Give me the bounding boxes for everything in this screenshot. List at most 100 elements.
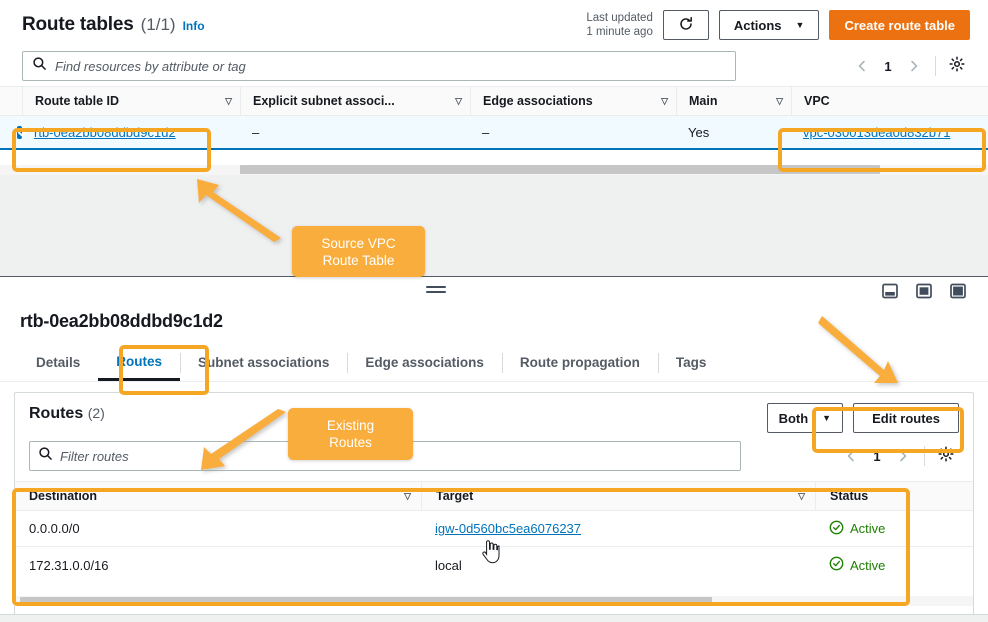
detail-panel-toolbar bbox=[0, 277, 988, 307]
info-link[interactable]: Info bbox=[183, 19, 205, 33]
split-panel-side-icon[interactable] bbox=[916, 283, 932, 304]
route-tables-table: Route table ID ▽ Explicit subnet associ.… bbox=[0, 86, 988, 150]
create-route-table-button[interactable]: Create route table bbox=[829, 10, 970, 40]
chevron-down-icon: ▼ bbox=[795, 19, 805, 30]
last-updated-time: 1 minute ago bbox=[586, 26, 653, 38]
row-select-checkbox[interactable] bbox=[0, 116, 22, 148]
gear-icon bbox=[938, 445, 954, 467]
cell-status: Active bbox=[815, 511, 975, 546]
column-header-main[interactable]: Main ▽ bbox=[676, 87, 791, 115]
last-updated: Last updated 1 minute ago bbox=[586, 11, 653, 39]
select-all-header[interactable] bbox=[0, 87, 22, 115]
tab-tags[interactable]: Tags bbox=[657, 344, 725, 381]
routes-horizontal-scrollbar[interactable] bbox=[20, 597, 712, 605]
actions-label: Actions bbox=[733, 17, 782, 33]
split-panel-bottom-icon[interactable] bbox=[882, 283, 898, 304]
column-label: Edge associations bbox=[483, 94, 593, 108]
route-tables-list-panel: Route tables (1/1) Info Last updated 1 m… bbox=[0, 0, 988, 175]
page-title: Route tables bbox=[22, 14, 134, 35]
edit-routes-button[interactable]: Edit routes bbox=[853, 403, 959, 433]
table-row[interactable]: 172.31.0.0/16 local Active bbox=[15, 547, 973, 583]
refresh-button[interactable] bbox=[662, 10, 709, 40]
column-header-status[interactable]: Status bbox=[815, 482, 975, 510]
status-text: Active bbox=[850, 557, 886, 573]
column-label: Target bbox=[436, 489, 474, 503]
filter-routes-wrapper[interactable] bbox=[29, 441, 741, 471]
tab-subnet-associations[interactable]: Subnet associations bbox=[180, 344, 347, 381]
search-input-wrapper[interactable] bbox=[22, 51, 736, 81]
last-updated-label: Last updated bbox=[586, 12, 653, 24]
routes-pagination: 1 bbox=[838, 443, 959, 469]
tab-edge-associations[interactable]: Edge associations bbox=[347, 344, 502, 381]
route-type-select[interactable]: Both ▼ bbox=[766, 403, 844, 433]
column-label: VPC bbox=[804, 94, 830, 108]
table-row[interactable]: 0.0.0.0/0 igw-0d560bc5ea6076237 Active bbox=[15, 511, 973, 547]
split-panel-full-icon[interactable] bbox=[950, 283, 966, 304]
cell-destination: 0.0.0.0/0 bbox=[29, 521, 80, 536]
table-row[interactable]: rtb-0ea2bb08ddbd9c1d2 – – Yes vpc-030013… bbox=[0, 116, 988, 150]
cell-main: Yes bbox=[688, 124, 710, 140]
routes-preferences-button[interactable] bbox=[933, 443, 959, 469]
title-group: Route tables (1/1) Info bbox=[22, 14, 205, 36]
search-icon bbox=[32, 56, 47, 76]
routes-pager-divider bbox=[924, 446, 925, 466]
check-circle-icon bbox=[829, 556, 844, 574]
routes-filter-row: 1 bbox=[15, 433, 973, 481]
sort-icon: ▽ bbox=[798, 490, 805, 501]
tab-routes[interactable]: Routes bbox=[98, 344, 181, 381]
routes-next-page-button[interactable] bbox=[890, 443, 916, 469]
search-icon bbox=[38, 446, 53, 466]
route-type-value: Both bbox=[778, 410, 809, 426]
search-input[interactable] bbox=[55, 58, 735, 74]
routes-section: Routes (2) Both ▼ Edit routes Filter rou… bbox=[14, 392, 974, 622]
sort-icon: ▽ bbox=[661, 96, 668, 106]
route-tables-table-header: Route table ID ▽ Explicit subnet associ.… bbox=[0, 86, 988, 116]
cell-route-table-id: rtb-0ea2bb08ddbd9c1d2 bbox=[22, 116, 240, 148]
target-gateway-link[interactable]: igw-0d560bc5ea6076237 bbox=[435, 521, 581, 536]
routes-header-actions: Both ▼ Edit routes bbox=[766, 403, 959, 433]
chevron-down-icon: ▼ bbox=[822, 412, 832, 423]
tab-route-propagation[interactable]: Route propagation bbox=[501, 344, 658, 381]
page-number[interactable]: 1 bbox=[877, 59, 899, 74]
sort-icon: ▽ bbox=[225, 96, 232, 106]
status-badge: Active bbox=[829, 556, 885, 574]
route-table-detail-panel: rtb-0ea2bb08ddbd9c1d2 Details Routes Sub… bbox=[0, 276, 988, 622]
detail-tabs: Details Routes Subnet associations Edge … bbox=[0, 344, 988, 382]
next-page-button[interactable] bbox=[901, 53, 927, 79]
filter-routes-input[interactable] bbox=[60, 448, 740, 464]
column-header-explicit-subnet-associations[interactable]: Explicit subnet associ... ▽ bbox=[240, 87, 470, 115]
routes-prev-page-button[interactable] bbox=[838, 443, 864, 469]
column-label: Main bbox=[689, 94, 718, 108]
column-header-route-table-id[interactable]: Route table ID ▽ bbox=[22, 87, 240, 115]
routes-section-header: Routes (2) Both ▼ Edit routes bbox=[15, 393, 973, 433]
column-header-destination[interactable]: Destination ▽ bbox=[15, 482, 421, 510]
header-actions: Last updated 1 minute ago Actions ▼ Crea… bbox=[586, 10, 970, 40]
actions-button[interactable]: Actions ▼ bbox=[718, 10, 820, 40]
panel-layout-icons bbox=[882, 283, 966, 304]
sort-icon: ▽ bbox=[776, 96, 783, 106]
prev-page-button[interactable] bbox=[849, 53, 875, 79]
sort-icon: ▽ bbox=[404, 490, 411, 501]
routes-count: (2) bbox=[87, 405, 105, 421]
panel-resize-handle[interactable] bbox=[426, 286, 446, 296]
vpc-id-link[interactable]: vpc-030013dea0d832b71 bbox=[803, 125, 950, 140]
column-header-edge-associations[interactable]: Edge associations ▽ bbox=[470, 87, 676, 115]
column-header-target[interactable]: Target ▽ bbox=[421, 482, 815, 510]
check-circle-icon bbox=[829, 520, 844, 538]
column-header-vpc[interactable]: VPC bbox=[791, 87, 988, 115]
column-label: Route table ID bbox=[35, 94, 120, 108]
panel-gap bbox=[0, 176, 988, 275]
column-label: Explicit subnet associ... bbox=[253, 94, 395, 108]
routes-table-header: Destination ▽ Target ▽ Status bbox=[15, 481, 973, 511]
sort-icon: ▽ bbox=[455, 96, 462, 106]
page-bottom-edge bbox=[0, 614, 988, 622]
list-search-row: 1 bbox=[0, 46, 988, 86]
list-preferences-button[interactable] bbox=[944, 53, 970, 79]
column-label: Status bbox=[830, 489, 869, 503]
tab-details[interactable]: Details bbox=[18, 344, 98, 381]
checkbox-checked-icon bbox=[17, 125, 22, 139]
list-horizontal-scrollbar[interactable] bbox=[240, 165, 880, 174]
routes-page-number[interactable]: 1 bbox=[866, 449, 888, 464]
route-table-id-link[interactable]: rtb-0ea2bb08ddbd9c1d2 bbox=[34, 125, 176, 140]
cell-target: igw-0d560bc5ea6076237 bbox=[421, 511, 815, 546]
